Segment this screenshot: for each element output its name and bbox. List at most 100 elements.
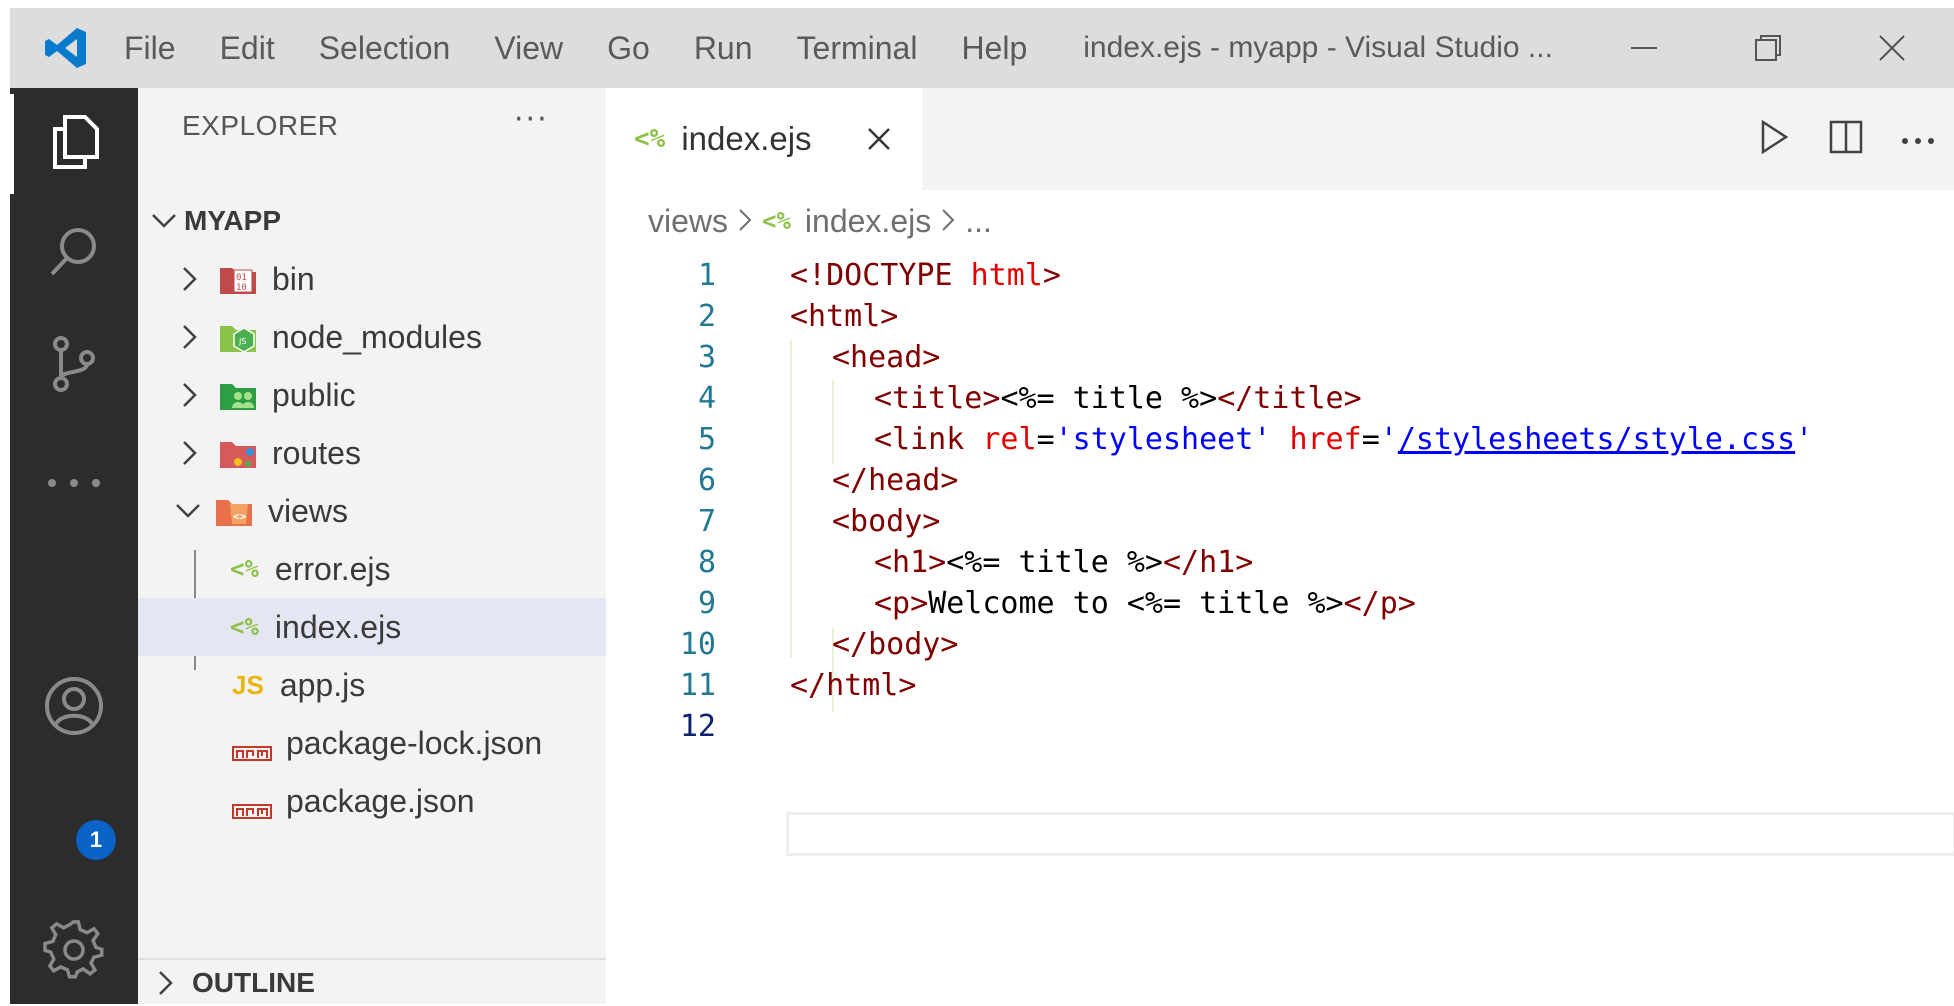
line-number: 1 bbox=[697, 258, 716, 293]
chevron-right-icon bbox=[738, 203, 752, 240]
tree-item-label: package.json bbox=[286, 782, 475, 819]
menu-selection[interactable]: Selection bbox=[319, 30, 451, 67]
indent-guide bbox=[790, 340, 792, 658]
split-editor-button[interactable] bbox=[1810, 120, 1882, 158]
svg-text:<>: <> bbox=[233, 510, 247, 523]
files-icon bbox=[49, 113, 103, 175]
folder-routes-icon bbox=[218, 436, 258, 470]
tree-item-error-ejs[interactable]: <% error.ejs bbox=[138, 540, 606, 598]
code-editor[interactable]: 1 2 3 4 5 6 7 8 9 10 11 12 <!DOCTYPE htm… bbox=[606, 252, 1954, 1004]
tree-item-package-lock-json[interactable]: package-lock.json bbox=[138, 714, 606, 772]
account-icon bbox=[43, 675, 105, 741]
tree-item-index-ejs[interactable]: <% index.ejs bbox=[138, 598, 606, 656]
line-number: 5 bbox=[697, 422, 716, 457]
npm-file-icon bbox=[232, 734, 272, 761]
code-line: <link rel='stylesheet' href='/stylesheet… bbox=[874, 422, 1814, 457]
menu-go[interactable]: Go bbox=[607, 30, 650, 67]
editor-more-button[interactable] bbox=[1882, 130, 1954, 149]
current-line-highlight bbox=[786, 812, 1954, 856]
line-number: 11 bbox=[679, 668, 716, 703]
folder-node-icon: JS bbox=[218, 320, 258, 354]
tree-item-routes[interactable]: routes bbox=[138, 424, 606, 482]
line-number: 6 bbox=[697, 463, 716, 498]
menu-help[interactable]: Help bbox=[961, 30, 1027, 67]
code-line: <!DOCTYPE html> bbox=[790, 258, 1061, 293]
window-controls bbox=[1582, 8, 1954, 88]
tree-item-label: error.ejs bbox=[274, 550, 391, 587]
menu-file[interactable]: File bbox=[124, 30, 176, 67]
breadcrumb-file[interactable]: index.ejs bbox=[805, 203, 931, 240]
code-line: <head> bbox=[832, 340, 941, 375]
editor-actions bbox=[1738, 88, 1954, 190]
line-number: 12 bbox=[679, 709, 716, 744]
tree-item-label: bin bbox=[272, 260, 315, 297]
explorer-sidebar: EXPLORER ··· MYAPP 01 10 bin JS node_modu… bbox=[138, 88, 606, 1004]
more-icon bbox=[46, 473, 102, 492]
npm-file-icon bbox=[232, 792, 272, 819]
code-line: <title><%= title %></title> bbox=[874, 381, 1362, 416]
code-line: </body> bbox=[832, 627, 959, 662]
run-button[interactable] bbox=[1738, 119, 1810, 159]
source-control-activity-button[interactable] bbox=[10, 316, 138, 416]
ejs-file-icon: <% bbox=[230, 613, 259, 641]
more-icon bbox=[1901, 130, 1935, 149]
chevron-right-icon bbox=[176, 323, 204, 351]
line-number: 7 bbox=[697, 504, 716, 539]
line-number: 3 bbox=[697, 340, 716, 375]
tree-item-node-modules[interactable]: JS node_modules bbox=[138, 308, 606, 366]
breadcrumb: views <% index.ejs ... bbox=[606, 190, 1954, 252]
more-activity-button[interactable] bbox=[10, 432, 138, 532]
folder-bin-icon: 01 10 bbox=[218, 262, 258, 296]
stylesheet-link[interactable]: /stylesheets/style.css bbox=[1398, 422, 1795, 457]
tab-index-ejs[interactable]: <% index.ejs bbox=[606, 88, 922, 190]
code-line: </html> bbox=[790, 668, 917, 703]
tree-item-label: views bbox=[268, 492, 349, 529]
minimize-button[interactable] bbox=[1582, 8, 1706, 88]
accounts-activity-button[interactable] bbox=[10, 658, 138, 758]
activity-bar: 1 bbox=[10, 88, 138, 1004]
tree-item-public[interactable]: public bbox=[138, 366, 606, 424]
chevron-down-icon bbox=[174, 497, 202, 525]
tree-item-label: node_modules bbox=[272, 318, 482, 355]
ejs-file-icon: <% bbox=[634, 124, 666, 154]
explorer-more-button[interactable]: ··· bbox=[514, 102, 549, 137]
folder-public-icon bbox=[218, 378, 258, 412]
close-window-button[interactable] bbox=[1830, 8, 1954, 88]
explorer-activity-button[interactable] bbox=[10, 94, 138, 194]
play-icon bbox=[1759, 119, 1789, 159]
menu-bar: File Edit Selection View Go Run Terminal… bbox=[124, 30, 1071, 67]
source-control-icon bbox=[49, 334, 99, 398]
tree-item-label: package-lock.json bbox=[286, 724, 543, 761]
tree-root-myapp[interactable]: MYAPP bbox=[138, 192, 606, 250]
breadcrumb-folder[interactable]: views bbox=[648, 203, 728, 240]
line-number: 2 bbox=[697, 299, 716, 334]
line-number: 9 bbox=[697, 586, 716, 621]
tree-root-label: MYAPP bbox=[184, 205, 282, 236]
tree-item-bin[interactable]: 01 10 bin bbox=[138, 250, 606, 308]
menu-edit[interactable]: Edit bbox=[220, 30, 275, 67]
accounts-badge: 1 bbox=[76, 820, 116, 860]
tree-item-package-json[interactable]: package.json bbox=[138, 772, 606, 830]
search-activity-button[interactable] bbox=[10, 204, 138, 304]
folder-views-icon: <> bbox=[214, 494, 254, 528]
chevron-right-icon bbox=[176, 381, 204, 409]
outline-section-header[interactable]: OUTLINE bbox=[138, 958, 606, 1006]
close-icon[interactable] bbox=[864, 124, 894, 154]
window-title: index.ejs - myapp - Visual Studio ... bbox=[1083, 31, 1553, 64]
tree-item-views[interactable]: <> views bbox=[138, 482, 606, 540]
chevron-right-icon bbox=[152, 969, 180, 997]
restore-button[interactable] bbox=[1706, 8, 1830, 88]
menu-terminal[interactable]: Terminal bbox=[797, 30, 918, 67]
code-line: <h1><%= title %></h1> bbox=[874, 545, 1254, 580]
svg-text:01: 01 bbox=[236, 273, 247, 283]
menu-run[interactable]: Run bbox=[694, 30, 753, 67]
tree-item-app-js[interactable]: JS app.js bbox=[138, 656, 606, 714]
gear-icon bbox=[43, 919, 105, 985]
chevron-right-icon bbox=[176, 439, 204, 467]
code-line: <p>Welcome to <%= title %></p> bbox=[874, 586, 1416, 621]
menu-view[interactable]: View bbox=[494, 30, 563, 67]
manage-activity-button[interactable] bbox=[10, 902, 138, 1002]
svg-text:JS: JS bbox=[238, 337, 246, 346]
breadcrumb-symbols[interactable]: ... bbox=[965, 203, 992, 240]
line-number: 10 bbox=[679, 627, 716, 662]
